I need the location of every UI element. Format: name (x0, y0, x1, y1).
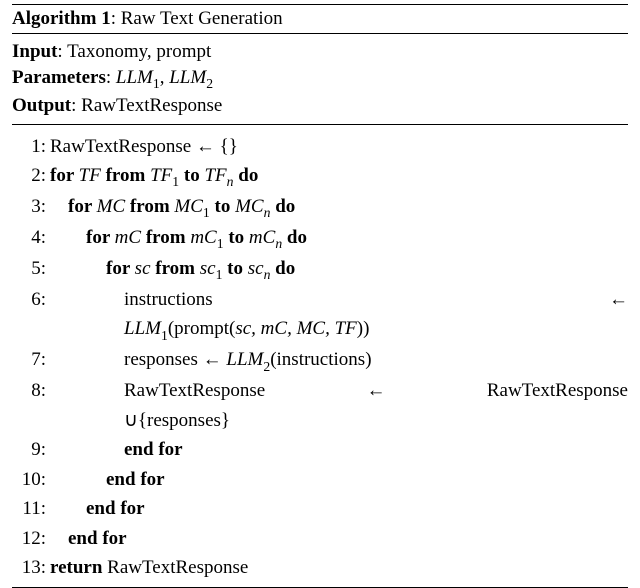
stmt: RawTextResponse ← {} (50, 132, 628, 161)
algorithm-number: 1 (101, 8, 111, 29)
algorithm-title-row: Algorithm 1: Raw Text Generation (12, 5, 628, 34)
line-6: 6: instructions ← LLM1(prompt(sc, mC, MC… (12, 285, 628, 345)
stmt: end for (50, 435, 628, 464)
line-7: 7: responses ← LLM2(instructions) (12, 345, 628, 376)
stmt: end for (50, 494, 628, 523)
output-value: : RawTextResponse (71, 95, 222, 116)
stmt: RawTextResponse ← RawTextResponse ∪{resp… (50, 376, 628, 435)
params-label: Parameters (12, 67, 106, 88)
params-llm1: LLM (116, 67, 153, 88)
arrow: ← (609, 285, 628, 314)
stmt: for TF from TF1 to TFn do (50, 161, 628, 192)
stmt: for mC from mC1 to mCn do (50, 223, 628, 254)
stmt: for MC from MC1 to MCn do (50, 192, 628, 223)
params-prefix: : (106, 67, 116, 88)
line-2: 2: for TF from TF1 to TFn do (12, 161, 628, 192)
params-llm1-sub: 1 (153, 76, 160, 91)
output-label: Output (12, 95, 71, 116)
lineno: 13: (12, 553, 50, 582)
algorithm-title-prefix: Algorithm (12, 8, 96, 29)
algorithm-block: Algorithm 1: Raw Text Generation Input: … (12, 4, 628, 588)
lineno: 1: (12, 132, 50, 161)
lineno: 3: (12, 192, 50, 221)
stmt: return RawTextResponse (50, 553, 628, 582)
lineno: 7: (12, 345, 50, 374)
algorithm-title-suffix: : Raw Text Generation (111, 8, 283, 29)
lineno: 11: (12, 494, 50, 523)
line-10: 10: end for (12, 465, 628, 494)
stmt: for sc from sc1 to scn do (50, 254, 628, 285)
line-3: 3: for MC from MC1 to MCn do (12, 192, 628, 223)
line-9: 9: end for (12, 435, 628, 464)
algorithm-io: Input: Taxonomy, prompt Parameters: LLM1… (12, 34, 628, 125)
input-value: : Taxonomy, prompt (57, 41, 211, 62)
line-13: 13: return RawTextResponse (12, 553, 628, 582)
lineno: 12: (12, 524, 50, 553)
line-11: 11: end for (12, 494, 628, 523)
lineno: 4: (12, 223, 50, 252)
lineno: 10: (12, 465, 50, 494)
stmt: instructions ← LLM1(prompt(sc, mC, MC, T… (50, 285, 628, 345)
input-row: Input: Taxonomy, prompt (12, 39, 628, 65)
stmt: end for (50, 524, 628, 553)
params-comma: , (160, 67, 170, 88)
lineno: 9: (12, 435, 50, 464)
line-1: 1: RawTextResponse ← {} (12, 132, 628, 161)
line-8: 8: RawTextResponse ← RawTextResponse ∪{r… (12, 376, 628, 435)
algorithm-body: 1: RawTextResponse ← {} 2: for TF from T… (12, 125, 628, 588)
lineno: 5: (12, 254, 50, 283)
instr-word: instructions (124, 285, 213, 314)
stmt: end for (50, 465, 628, 494)
stmt: responses ← LLM2(instructions) (50, 345, 628, 376)
params-llm2: LLM (169, 67, 206, 88)
lineno: 8: (12, 376, 50, 405)
line-4: 4: for mC from mC1 to mCn do (12, 223, 628, 254)
lineno: 2: (12, 161, 50, 190)
lineno: 6: (12, 285, 50, 314)
input-label: Input (12, 41, 57, 62)
params-llm2-sub: 2 (206, 76, 213, 91)
line-5: 5: for sc from sc1 to scn do (12, 254, 628, 285)
output-row: Output: RawTextResponse (12, 93, 628, 119)
params-row: Parameters: LLM1, LLM2 (12, 65, 628, 93)
line-12: 12: end for (12, 524, 628, 553)
